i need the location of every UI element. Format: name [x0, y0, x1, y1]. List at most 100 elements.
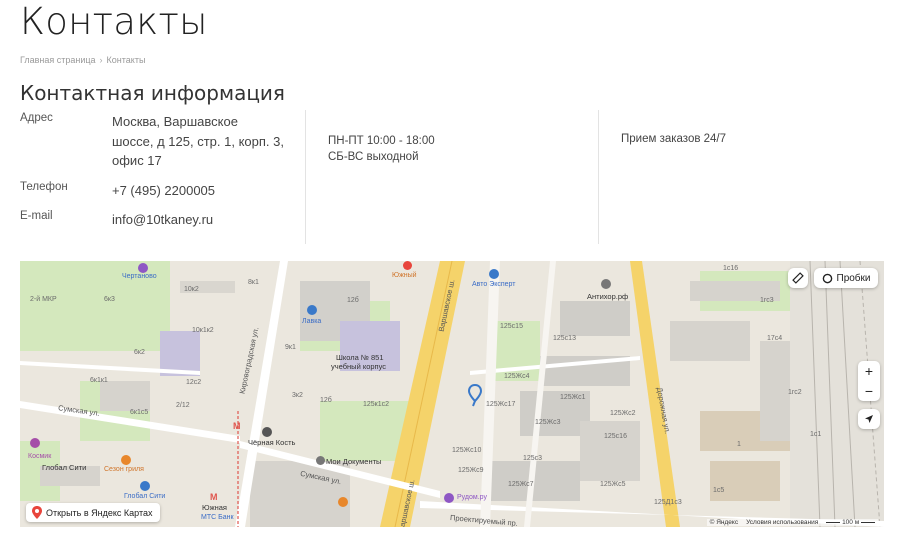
poi-icon[interactable] [307, 305, 317, 315]
map-label: 125Д1с3 [654, 499, 682, 506]
traffic-icon [822, 273, 832, 283]
email-label: E-mail [20, 210, 53, 222]
map-label: 8к1 [248, 279, 259, 286]
map-label: 9к1 [285, 344, 296, 351]
poi-icon[interactable] [601, 279, 611, 289]
map-footer: © Яндекс Условия использования 100 м [706, 519, 878, 526]
map-label: 6к1к1 [90, 377, 108, 384]
navigation-arrow-icon [865, 415, 873, 423]
map-label: 10к2 [184, 286, 199, 293]
map-label: Школа № 851 [336, 353, 384, 362]
address-line-1: Москва, Варшавское [112, 114, 238, 129]
metro-icon: M [233, 421, 241, 431]
map-label: 125Жс17 [486, 401, 516, 408]
address-label: Адрес [20, 112, 53, 124]
map-label: 125Жс4 [504, 373, 530, 380]
map-pin-icon [32, 506, 42, 519]
poi-icon[interactable] [30, 438, 40, 448]
breadcrumb-separator-icon: › [99, 55, 103, 65]
breadcrumb-home-link[interactable]: Главная страница [20, 55, 96, 65]
map-label: 125Жс10 [452, 447, 482, 454]
scale-label: 100 м [842, 519, 860, 526]
map-label: 17с4 [767, 335, 783, 342]
zoom-control: + − [858, 361, 880, 401]
map-label: 125Жс1 [560, 394, 586, 401]
map-label: 1с5 [713, 487, 725, 494]
map-label: 1 [737, 441, 741, 448]
map-label: Сезон гриля [104, 466, 144, 473]
map-label: Лавка [302, 318, 322, 325]
metro-icon: M [210, 492, 218, 502]
map-label: Рудом.ру [457, 494, 487, 501]
map-label: 3к2 [292, 392, 303, 399]
map-label: 125с13 [553, 335, 576, 342]
map-label: 2/12 [176, 402, 190, 409]
email-value: info@10tkaney.ru [112, 210, 297, 230]
map-label: Глобал Сити [42, 463, 87, 472]
map-label: Чёрная Кость [248, 438, 296, 447]
poi-icon[interactable] [489, 269, 499, 279]
poi-icon[interactable] [403, 261, 412, 270]
map-label: МТС Банк [201, 514, 234, 521]
map-label: 1с16 [723, 265, 739, 272]
map-label: учебный корпус [331, 362, 387, 371]
map-label: 125Жс2 [610, 410, 636, 417]
map-label: 12б [320, 397, 332, 404]
zoom-out-button[interactable]: − [858, 381, 880, 401]
map-label: Авто Эксперт [472, 281, 516, 288]
map-label: 125Жс3 [535, 419, 561, 426]
poi-icon[interactable] [140, 481, 150, 491]
poi-icon[interactable] [138, 263, 148, 273]
orders-info: Прием заказов 24/7 [621, 133, 727, 145]
map-label: 6к3 [104, 296, 115, 303]
map-scale: 100 м [826, 519, 875, 526]
map-label: Антихор.рф [587, 292, 629, 301]
map-label: Чертаново [122, 273, 157, 280]
column-divider [598, 110, 599, 244]
map-label: 6к2 [134, 349, 145, 356]
poi-icon[interactable] [444, 493, 454, 503]
map-label: 6к1с5 [130, 409, 149, 416]
breadcrumb: Главная страница › Контакты [20, 55, 145, 65]
map-label: 125к1с2 [363, 401, 390, 408]
open-in-yandex-label: Открыть в Яндекс Картах [46, 507, 153, 518]
map-label: Южная [202, 503, 227, 512]
map-label: 125с15 [500, 323, 523, 330]
map-label: Космик [28, 453, 52, 460]
working-hours: ПН-ПТ 10:00 - 18:00 СБ-ВС выходной [328, 133, 435, 165]
map-label: 125Жс9 [458, 467, 484, 474]
ruler-icon [792, 272, 804, 284]
phone-link[interactable]: +7 (495) 2200005 [112, 183, 215, 198]
traffic-button[interactable]: Пробки [814, 268, 878, 288]
hours-weekdays: ПН-ПТ 10:00 - 18:00 [328, 135, 435, 147]
map-label: 1гс2 [788, 389, 802, 396]
email-link[interactable]: info@10tkaney.ru [112, 212, 213, 227]
map-label: 125Жс5 [600, 481, 626, 488]
poi-icon[interactable] [121, 455, 131, 465]
map-label: 125с3 [523, 455, 543, 462]
column-divider [305, 110, 306, 244]
address-line-2: шоссе, д 125, стр. 1, корп. 3, [112, 133, 284, 149]
map-label: Мои Документы [326, 457, 382, 466]
ruler-button[interactable] [788, 268, 808, 288]
page-title: Контакты [20, 0, 208, 43]
poi-icon[interactable] [262, 427, 272, 437]
open-in-yandex-maps-button[interactable]: Открыть в Яндекс Картах [26, 503, 161, 522]
map-label: 1с1 [810, 431, 822, 438]
map-label: 2-й МКР [30, 296, 57, 303]
map-label: 12б [347, 297, 359, 304]
zoom-in-button[interactable]: + [858, 361, 880, 381]
breadcrumb-current: Контакты [106, 55, 146, 65]
yandex-copyright[interactable]: © Яндекс [710, 519, 738, 526]
poi-icon[interactable] [338, 497, 348, 507]
terms-link[interactable]: Условия использования [746, 519, 818, 526]
geolocation-button[interactable] [858, 409, 880, 429]
traffic-label: Пробки [836, 272, 871, 284]
hours-weekend: СБ-ВС выходной [328, 151, 419, 163]
yandex-map[interactable]: Чертаново 2-й МКР 6к3 10к2 8к1 Лавка 12б… [20, 261, 884, 527]
map-label: Южный [392, 272, 417, 279]
poi-icon[interactable] [316, 456, 325, 465]
location-pin-icon[interactable] [467, 383, 483, 407]
address-line-3: офис 17 [112, 153, 162, 168]
phone-value: +7 (495) 2200005 [112, 181, 297, 201]
